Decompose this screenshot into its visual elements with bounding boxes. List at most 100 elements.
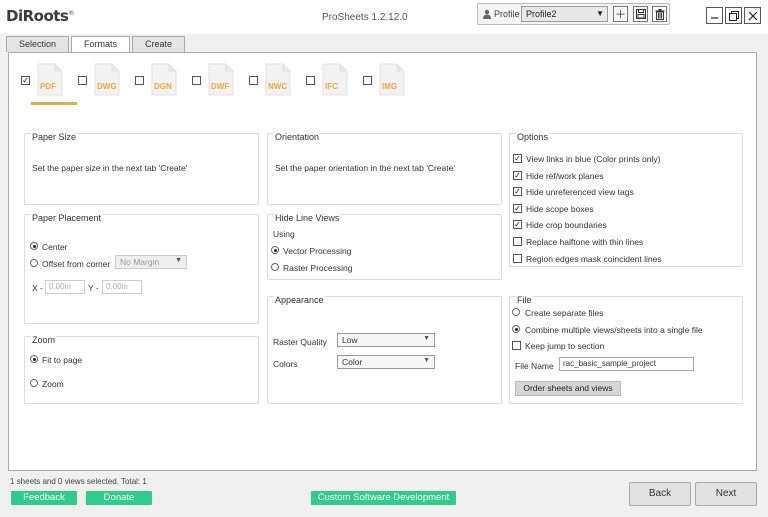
option-checkbox[interactable]: ✓ — [513, 170, 522, 180]
profile-label: Profile — [482, 9, 520, 19]
option-label: Hide scope boxes — [526, 203, 594, 214]
file-name-field[interactable]: rac_basic_sample_project — [559, 357, 694, 371]
format-option-dgn[interactable]: DGN — [135, 63, 192, 103]
tab-create[interactable]: Create — [132, 36, 186, 52]
chevron-down-icon: ▼ — [596, 9, 604, 18]
format-option-dwf[interactable]: DWF — [192, 63, 249, 103]
format-label: DGN — [154, 82, 172, 91]
x-offset-field[interactable]: 0.00in — [45, 280, 85, 294]
person-icon — [483, 9, 491, 19]
separate-files-radio[interactable] — [512, 308, 520, 316]
format-label: NWC — [268, 82, 288, 91]
group-title: Appearance — [274, 295, 325, 305]
option-checkbox[interactable]: ✓ — [513, 220, 522, 230]
profile-toolbar: Profile Profile2 ▼ ＋ — [477, 3, 670, 25]
document-icon — [265, 63, 291, 96]
close-icon — [748, 11, 757, 20]
feedback-button[interactable]: Feedback — [11, 491, 77, 505]
option-label: View links in blue (Color prints only) — [526, 154, 661, 164]
minimize-button[interactable] — [706, 7, 723, 24]
format-label: IFC — [325, 82, 338, 91]
option-label: Hide crop boundaries — [526, 220, 607, 231]
y-offset-field[interactable]: 0.00in — [102, 280, 142, 294]
colors-label: Colors — [273, 359, 298, 369]
format-checkbox[interactable] — [78, 76, 87, 85]
option-label: Hide ref/work planes — [526, 170, 604, 181]
format-checkbox[interactable] — [135, 76, 144, 85]
option-checkbox[interactable] — [513, 253, 522, 263]
tab-formats[interactable]: Formats — [71, 36, 131, 53]
file-name-label: File Name — [515, 361, 554, 371]
option-label: Region edges mask coincident lines — [526, 253, 662, 264]
chevron-down-icon: ▼ — [175, 257, 182, 264]
center-radio[interactable] — [30, 242, 38, 250]
formats-panel: ✓ PDF DWG DGN DWF NWC IFC IMG Paper Size Set th… — [8, 52, 757, 471]
format-option-ifc[interactable]: IFC — [306, 63, 363, 103]
format-label: DWG — [97, 82, 117, 91]
format-checkbox[interactable] — [192, 76, 201, 85]
document-icon — [37, 63, 63, 96]
back-button[interactable]: Back — [629, 482, 691, 506]
minimize-icon — [711, 17, 718, 19]
raster-quality-label: Raster Quality — [273, 337, 327, 347]
add-profile-button[interactable]: ＋ — [613, 6, 628, 22]
orientation-group: Orientation Set the paper orientation in… — [267, 132, 502, 205]
option-checkbox[interactable]: ✓ — [513, 203, 522, 213]
format-label: IMG — [382, 82, 398, 91]
document-icon — [151, 63, 177, 96]
tab-selection[interactable]: Selection — [6, 36, 70, 52]
selected-format-indicator — [31, 102, 77, 105]
donate-button[interactable]: Donate — [86, 491, 152, 505]
raster-quality-select[interactable]: Low ▼ — [337, 333, 435, 347]
format-option-pdf[interactable]: ✓ PDF — [21, 63, 78, 103]
option-checkbox[interactable]: ✓ — [513, 187, 522, 197]
keep-jump-label: Keep jump to section — [525, 341, 605, 351]
format-checkbox[interactable] — [306, 76, 315, 85]
colors-select[interactable]: Color ▼ — [337, 355, 435, 369]
title-bar: DiRoots® ProSheets 1.2.12.0 Profile Prof… — [0, 0, 768, 34]
profile-select[interactable]: Profile2 ▼ — [521, 6, 608, 22]
fit-to-page-radio[interactable] — [30, 355, 38, 363]
x-label: X - — [32, 283, 43, 293]
document-icon — [94, 63, 120, 96]
option-checkbox[interactable] — [513, 237, 522, 246]
trash-icon — [655, 8, 664, 20]
options-group: Options ✓ View links in blue (Color print… — [509, 132, 743, 267]
group-title: Orientation — [274, 132, 321, 142]
fit-to-page-label: Fit to page — [42, 355, 83, 365]
option-checkbox[interactable]: ✓ — [513, 154, 522, 163]
format-checkbox[interactable] — [363, 76, 372, 85]
main-window: DiRoots® ProSheets 1.2.12.0 Profile Prof… — [0, 0, 768, 517]
using-label: Using — [273, 229, 295, 239]
offset-label: Offset from corner — [42, 259, 111, 269]
next-button[interactable]: Next — [695, 482, 757, 506]
raster-processing-radio[interactable] — [271, 263, 279, 271]
close-button[interactable] — [744, 7, 761, 24]
format-option-nwc[interactable]: NWC — [249, 63, 306, 103]
custom-software-button[interactable]: Custom Software Development — [311, 491, 456, 505]
maximize-button[interactable] — [725, 7, 742, 24]
combine-files-radio[interactable] — [512, 325, 520, 333]
format-option-dwg[interactable]: DWG — [78, 63, 135, 103]
keep-jump-checkbox[interactable] — [512, 341, 521, 350]
zoom-radio[interactable] — [30, 379, 38, 387]
format-checkbox[interactable] — [249, 76, 258, 85]
order-sheets-button[interactable]: Order sheets and views — [515, 381, 621, 396]
tab-bar: Selection Formats Create — [6, 36, 187, 53]
option-label: Hide unreferenced view tags — [526, 187, 634, 198]
chevron-down-icon: ▼ — [423, 357, 430, 364]
document-icon — [379, 63, 405, 96]
format-option-img[interactable]: IMG — [363, 63, 420, 103]
save-profile-button[interactable] — [633, 6, 648, 22]
selection-status: 1 sheets and 0 views selected. Total: 1 — [10, 477, 147, 486]
format-checkbox[interactable]: ✓ — [21, 76, 30, 85]
group-title: Paper Size — [31, 132, 78, 142]
margin-select[interactable]: No Margin ▼ — [115, 255, 187, 269]
vector-processing-label: Vector Processing — [283, 246, 352, 256]
vector-processing-radio[interactable] — [271, 246, 279, 254]
delete-profile-button[interactable] — [652, 6, 667, 22]
file-group: File Create separate files Combine multi… — [509, 295, 743, 404]
group-title: Hide Line Views — [274, 213, 341, 223]
offset-radio[interactable] — [30, 259, 38, 267]
document-icon — [208, 63, 234, 96]
